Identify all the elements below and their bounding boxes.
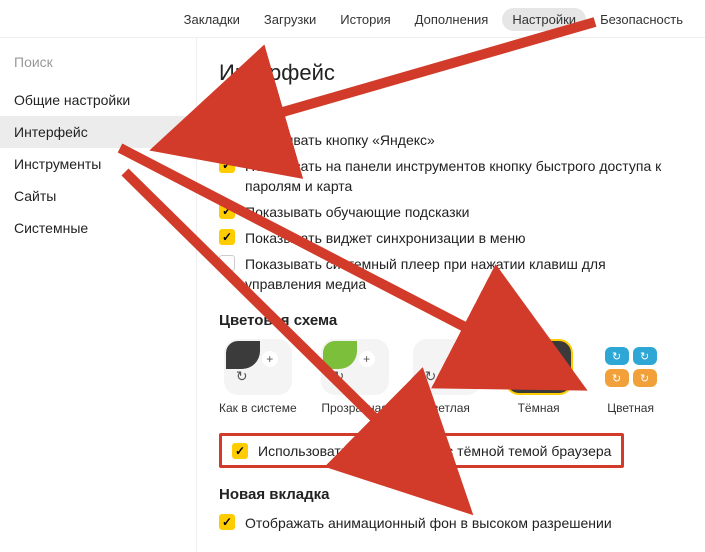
color-option-system[interactable]: +↻ Как в системе (219, 339, 297, 415)
check-label[interactable]: Использовать тёмные фоны с тёмной темой … (258, 443, 611, 459)
settings-main: Интерфейс Показывать кнопку «Яндекс» Пок… (197, 38, 705, 552)
color-option-label: Прозрачная (321, 401, 387, 415)
check-label: Показывать на панели инструментов кнопку… (245, 156, 683, 196)
check-show-sync-widget[interactable]: Показывать виджет синхронизации в меню (219, 228, 683, 248)
settings-sidebar: Поиск Общие настройки Интерфейс Инструме… (0, 38, 197, 552)
check-show-hints[interactable]: Показывать обучающие подсказки (219, 202, 683, 222)
check-show-media-player[interactable]: Показывать системный плеер при нажатии к… (219, 254, 683, 294)
page-title: Интерфейс (219, 60, 683, 86)
top-tab-history[interactable]: История (330, 8, 400, 31)
sidebar-item-tools[interactable]: Инструменты (0, 148, 196, 180)
section-new-tab: Новая вкладка (219, 486, 683, 503)
color-option-label: Как в системе (219, 401, 297, 415)
check-label: Показывать системный плеер при нажатии к… (245, 254, 683, 294)
section-color-scheme: Цветовая схема (219, 312, 683, 329)
checkbox-icon[interactable] (219, 131, 235, 147)
sidebar-search[interactable]: Поиск (0, 46, 196, 84)
sidebar-item-system[interactable]: Системные (0, 212, 196, 244)
check-label: Показывать кнопку «Яндекс» (245, 130, 435, 150)
color-option-light[interactable]: +↻ Светлая (413, 339, 481, 415)
top-tab-security[interactable]: Безопасность (590, 8, 693, 31)
color-option-transparent[interactable]: +↻ Прозрачная (321, 339, 389, 415)
check-label: Показывать виджет синхронизации в меню (245, 228, 526, 248)
color-option-label: Тёмная (518, 401, 560, 415)
color-option-label: Цветная (607, 401, 654, 415)
color-option-dark[interactable]: +↻ Тёмная (505, 339, 573, 415)
top-tab-addons[interactable]: Дополнения (405, 8, 499, 31)
color-scheme-options: +↻ Как в системе +↻ Прозрачная +↻ Светла… (219, 339, 683, 415)
check-label: Отображать анимационный фон в высоком ра… (245, 513, 612, 533)
checkbox-icon[interactable] (219, 157, 235, 173)
highlight-dark-backgrounds: Использовать тёмные фоны с тёмной темой … (219, 433, 624, 468)
color-option-color[interactable]: ↻↻ ↻↻ Цветная (597, 339, 665, 415)
sidebar-item-interface[interactable]: Интерфейс (0, 116, 196, 148)
check-animated-background-hd[interactable]: Отображать анимационный фон в высоком ра… (219, 513, 683, 533)
top-tab-bookmarks[interactable]: Закладки (174, 8, 250, 31)
checkbox-icon[interactable] (219, 229, 235, 245)
check-show-passwords-button[interactable]: Показывать на панели инструментов кнопку… (219, 156, 683, 196)
color-option-label: Светлая (423, 401, 470, 415)
checkbox-icon[interactable] (232, 443, 248, 459)
checkbox-icon[interactable] (219, 514, 235, 530)
top-tab-downloads[interactable]: Загрузки (254, 8, 326, 31)
sidebar-item-general[interactable]: Общие настройки (0, 84, 196, 116)
sidebar-item-sites[interactable]: Сайты (0, 180, 196, 212)
top-tabs: Закладки Загрузки История Дополнения Нас… (0, 0, 705, 38)
top-tab-settings[interactable]: Настройки (502, 8, 586, 31)
checkbox-icon[interactable] (219, 255, 235, 271)
check-show-yandex-button[interactable]: Показывать кнопку «Яндекс» (219, 130, 683, 150)
check-label: Показывать обучающие подсказки (245, 202, 470, 222)
checkbox-icon[interactable] (219, 203, 235, 219)
